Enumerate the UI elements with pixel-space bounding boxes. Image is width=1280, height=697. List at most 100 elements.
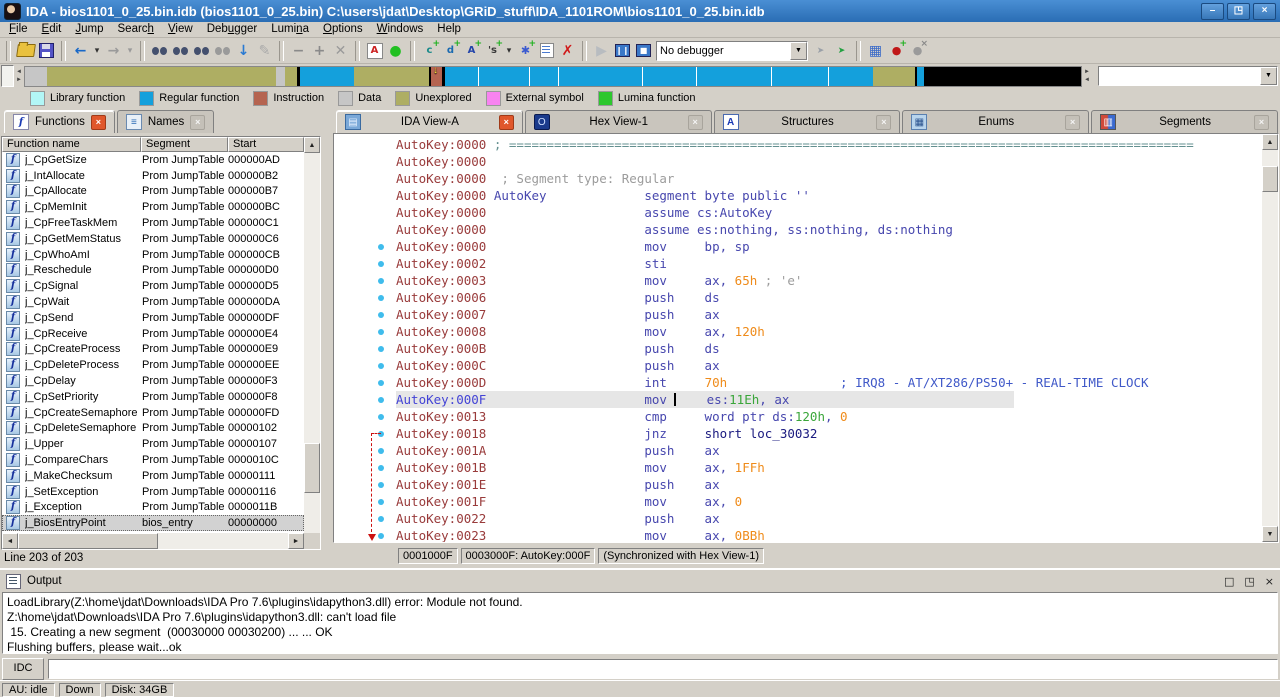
combo-arrow-icon[interactable]: ▼	[790, 42, 807, 60]
table-row[interactable]: fj_RescheduleProm JumpTable000000D0	[2, 263, 304, 279]
search-word-button[interactable]	[191, 40, 212, 61]
debugger-windows-button[interactable]: ▦	[865, 40, 886, 61]
make-name-button[interactable]: A+	[461, 40, 482, 61]
pause-process-button[interactable]: ❙❙	[612, 40, 633, 61]
output-restore-button[interactable]: ◳	[1244, 575, 1254, 588]
tab-enums[interactable]: ▦Enums×	[902, 110, 1089, 133]
navigator-handle[interactable]	[1, 65, 14, 87]
menu-edit[interactable]: Edit	[35, 22, 69, 37]
search-again-button[interactable]	[212, 40, 233, 61]
delete-item-button[interactable]: ✕	[330, 40, 351, 61]
output-close-button[interactable]: ×	[1265, 575, 1274, 588]
tab-close-icon[interactable]: ×	[1065, 115, 1080, 130]
scrollbar-thumb[interactable]	[304, 443, 320, 493]
listing-line[interactable]: AutoKey:0000 ; Segment type: Regular	[396, 170, 1262, 187]
continue-process-button[interactable]: ▶	[591, 40, 612, 61]
table-row[interactable]: fj_CpDeleteProcessProm JumpTable000000EE	[2, 357, 304, 373]
minimize-button[interactable]: –	[1201, 3, 1224, 20]
table-row[interactable]: fj_CpSignalProm JumpTable000000D5	[2, 278, 304, 294]
menu-debugger[interactable]: Debugger	[200, 22, 265, 37]
command-line-input[interactable]	[48, 659, 1278, 679]
table-row[interactable]: fj_CpGetSizeProm JumpTable000000AD	[2, 152, 304, 168]
table-row[interactable]: fj_CpWaitProm JumpTable000000DA	[2, 294, 304, 310]
delete-breakpoint-button[interactable]: ●×	[907, 40, 928, 61]
scroll-up-button[interactable]: ▲	[1262, 134, 1278, 150]
undefine-button[interactable]: ✗	[557, 40, 578, 61]
column-header-segment[interactable]: Segment	[141, 137, 228, 152]
jump-forward-button[interactable]: →	[103, 40, 124, 61]
listing-line[interactable]: AutoKey:0000	[396, 153, 1262, 170]
tab-ida-view-a[interactable]: ▤IDA View-A×	[336, 110, 523, 133]
menu-help[interactable]: Help	[430, 22, 468, 37]
stop-process-button[interactable]: ■	[633, 40, 654, 61]
analysis-indicator-button[interactable]: ●	[385, 40, 406, 61]
debugger-select[interactable]: No debugger ▼	[656, 41, 808, 61]
table-row[interactable]: fj_CpFreeTaskMemProm JumpTable000000C1	[2, 215, 304, 231]
table-row[interactable]: fj_CpMemInitProm JumpTable000000BC	[2, 199, 304, 215]
menu-windows[interactable]: Windows	[370, 22, 431, 37]
functions-vertical-scrollbar[interactable]: ▲ ▼	[304, 137, 320, 549]
tab-close-icon[interactable]: ×	[876, 115, 891, 130]
listing-line[interactable]: AutoKey:001B mov ax, 1FFh	[396, 459, 1262, 476]
tab-structures[interactable]: AStructures×	[714, 110, 901, 133]
table-row[interactable]: fj_CpAllocateProm JumpTable000000B7	[2, 184, 304, 200]
menu-jump[interactable]: Jump	[68, 22, 110, 37]
listing-line[interactable]: AutoKey:0000 ; =========================…	[396, 136, 1262, 153]
table-row[interactable]: fj_CpGetMemStatusProm JumpTable000000C6	[2, 231, 304, 247]
tab-close-icon[interactable]: ×	[91, 115, 106, 130]
listing-line[interactable]: AutoKey:001A push ax	[396, 442, 1262, 459]
scroll-left-button[interactable]: ◄	[2, 533, 18, 549]
navigation-band[interactable]: ↓	[24, 66, 1082, 87]
listing-line[interactable]: AutoKey:000D int 70h ; IRQ8 - AT/XT286/P…	[396, 374, 1262, 391]
table-row[interactable]: fj_SetExceptionProm JumpTable00000116	[2, 484, 304, 500]
tab-names[interactable]: ≡Names×	[117, 110, 214, 133]
table-row[interactable]: fj_IntAllocateProm JumpTable000000B2	[2, 168, 304, 184]
table-row[interactable]: fj_CpSendProm JumpTable000000DF	[2, 310, 304, 326]
table-row[interactable]: fj_CpSetPriorityProm JumpTable000000F8	[2, 389, 304, 405]
scrollbar-thumb[interactable]	[1262, 166, 1278, 192]
menu-file[interactable]: File	[2, 22, 35, 37]
listing-line[interactable]: AutoKey:0000 assume cs:AutoKey	[396, 204, 1262, 221]
scrollbar-thumb[interactable]	[18, 533, 158, 549]
start-process-button[interactable]: ➤	[831, 40, 852, 61]
unhide-item-button[interactable]: +	[309, 40, 330, 61]
listing-line[interactable]: AutoKey:0000 mov bp, sp	[396, 238, 1262, 255]
table-row[interactable]: fj_CpDeleteSemaphoreProm JumpTable000001…	[2, 421, 304, 437]
hide-item-button[interactable]: −	[288, 40, 309, 61]
table-row[interactable]: fj_ExceptionProm JumpTable0000011B	[2, 500, 304, 516]
menu-view[interactable]: View	[161, 22, 200, 37]
make-string-dropdown[interactable]: ▾	[503, 40, 515, 61]
listing-line[interactable]: AutoKey:000C push ax	[396, 357, 1262, 374]
tab-hex-view-1[interactable]: OHex View-1×	[525, 110, 712, 133]
table-row[interactable]: fj_MakeChecksumProm JumpTable00000111	[2, 468, 304, 484]
close-button[interactable]: ×	[1253, 3, 1276, 20]
listing-line[interactable]: AutoKey:000B push ds	[396, 340, 1262, 357]
search-binary-button[interactable]	[149, 40, 170, 61]
scroll-up-button[interactable]: ▲	[304, 137, 320, 153]
listing-line[interactable]: AutoKey:0000 assume es:nothing, ss:nothi…	[396, 221, 1262, 238]
text-view-button[interactable]: A	[364, 40, 385, 61]
tab-close-icon[interactable]: ×	[190, 115, 205, 130]
tab-close-icon[interactable]: ×	[499, 115, 514, 130]
listing-line[interactable]: AutoKey:0018 jnz short loc_30032	[396, 425, 1262, 442]
make-code-button[interactable]: c+	[419, 40, 440, 61]
table-row[interactable]: fj_CpReceiveProm JumpTable000000E4	[2, 326, 304, 342]
listing-line[interactable]: AutoKey:001E push ax	[396, 476, 1262, 493]
table-row[interactable]: fj_CpCreateSemaphoreProm JumpTable000000…	[2, 405, 304, 421]
menu-options[interactable]: Options	[316, 22, 370, 37]
restore-button[interactable]: ◳	[1227, 3, 1250, 20]
listing-line[interactable]: AutoKey:0003 mov ax, 65h ; 'e'	[396, 272, 1262, 289]
open-file-button[interactable]	[15, 40, 36, 61]
jump-to-address-button[interactable]: ↓	[233, 40, 254, 61]
listing-line[interactable]: AutoKey:0023 mov ax, 0BBh	[396, 527, 1262, 542]
disassembly-listing[interactable]: AutoKey:0000 ; =========================…	[333, 133, 1279, 543]
listing-line[interactable]: AutoKey:0022 push ax	[396, 510, 1262, 527]
make-array-button[interactable]: ✱+	[515, 40, 536, 61]
functions-horizontal-scrollbar[interactable]: ◄ ►	[2, 533, 304, 549]
save-button[interactable]	[36, 40, 57, 61]
jump-back-dropdown[interactable]: ▾	[91, 40, 103, 61]
make-string-button[interactable]: 's+	[482, 40, 503, 61]
rename-button[interactable]: ✎	[254, 40, 275, 61]
column-header-function-name[interactable]: Function name	[2, 137, 141, 152]
listing-line[interactable]: AutoKey:0002 sti	[396, 255, 1262, 272]
